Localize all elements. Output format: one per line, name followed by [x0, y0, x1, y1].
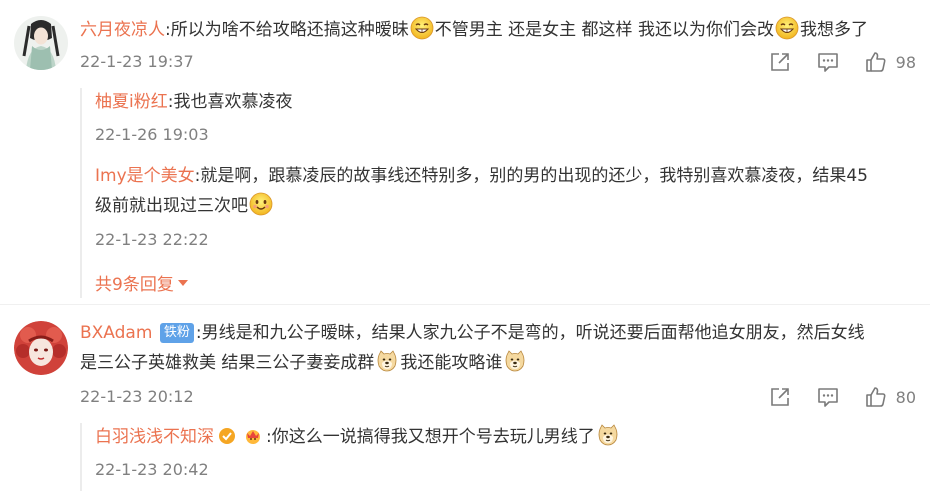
- emoji-grin-icon: [410, 16, 434, 40]
- comment-body: :所以为啥不给攻略还搞这种暧昧: [165, 20, 409, 40]
- like-button[interactable]: 98: [864, 50, 916, 74]
- comment-body: :男线是和九公子暧昧，结果人家九公子不是弯的，听说还要后面帮他追女朋友，然后女线: [195, 323, 865, 343]
- share-icon: [770, 388, 789, 406]
- reply-timestamp: 22-1-23 22:22: [95, 230, 209, 249]
- reply-text-cont: 级前就出现过三次吧: [95, 192, 274, 220]
- comment-text: BXAdam 铁粉:男线是和九公子暧昧，结果人家九公子不是弯的，听说还要后面帮他…: [80, 319, 865, 347]
- comment-body: 不管男主 还是女主 都这样 我还以为你们会改: [434, 20, 774, 40]
- avatar-image: [14, 16, 68, 70]
- reply-text: Imy是个美女:就是啊，跟慕凌辰的故事线还特别多，别的男的出现的还少，我特别喜欢…: [95, 162, 868, 190]
- reply-body: :就是啊，跟慕凌辰的故事线还特别多，别的男的出现的还少，我特别喜欢慕凌夜，结果4…: [194, 166, 868, 186]
- reply-username[interactable]: 白羽浅浅不知深: [95, 427, 214, 447]
- comment-username[interactable]: 六月夜凉人: [80, 20, 165, 40]
- chevron-down-icon: [177, 279, 188, 286]
- comment-item: BXAdam 铁粉:男线是和九公子暧昧，结果人家九公子不是弯的，听说还要后面帮他…: [0, 305, 930, 491]
- share-icon: [770, 53, 789, 71]
- comment-item: 六月夜凉人:所以为啥不给攻略还搞这种暧昧 不管男主 还是女主 都这样 我还以为你们…: [0, 0, 930, 300]
- comment-button[interactable]: [816, 50, 840, 74]
- reply-timestamp: 22-1-26 19:03: [95, 125, 209, 144]
- share-button[interactable]: [768, 50, 792, 74]
- reply-list: 柚夏i粉红:我也喜欢慕凌夜 22-1-26 19:03 Imy是个美女:就是啊，…: [80, 88, 910, 298]
- emoji-doge-icon: [596, 423, 620, 447]
- reply-body: :你这么一说搞得我又想开个号去玩儿男线了: [266, 427, 595, 447]
- comment-icon: [817, 388, 838, 407]
- like-button[interactable]: 80: [864, 385, 916, 409]
- comment-actions: 98: [744, 48, 916, 76]
- avatar[interactable]: [14, 321, 68, 375]
- comment-icon: [817, 53, 838, 72]
- reply-list: 白羽浅浅不知深 :你这么一说搞得我又想开个号去玩儿男线了 22-1-23 20:4…: [80, 423, 910, 491]
- share-button[interactable]: [768, 385, 792, 409]
- reply-body: :我也喜欢慕凌夜: [167, 92, 293, 112]
- comment-body: 是三公子英雄救美 结果三公子妻妾成群: [80, 353, 375, 373]
- comment-timestamp: 22-1-23 19:37: [80, 52, 194, 71]
- reply-username[interactable]: 柚夏i粉红: [95, 92, 168, 112]
- emoji-grin-icon: [775, 16, 799, 40]
- avatar-image: [14, 321, 68, 375]
- reply-body: 级前就出现过三次吧: [95, 196, 248, 216]
- emoji-smile-icon: [249, 192, 273, 216]
- comment-timestamp: 22-1-23 20:12: [80, 387, 194, 406]
- emoji-doge-icon: [375, 349, 399, 373]
- comment-body: 我想多了: [799, 20, 868, 40]
- comment-text: 六月夜凉人:所以为啥不给攻略还搞这种暧昧 不管男主 还是女主 都这样 我还以为你们…: [80, 16, 868, 44]
- comment-actions: 80: [744, 383, 916, 411]
- fan-badge: 铁粉: [159, 323, 194, 343]
- show-more-replies-label: 共9条回复: [95, 275, 174, 295]
- comment-body: 我还能攻略谁: [400, 353, 503, 373]
- comment-button[interactable]: [816, 385, 840, 409]
- crown-badge-icon: [246, 430, 260, 444]
- like-count: 98: [895, 52, 916, 72]
- reply-timestamp: 22-1-23 20:42: [95, 460, 209, 479]
- verified-badge-icon: [219, 428, 235, 444]
- thumbs-up-icon: [865, 387, 886, 407]
- comment-username[interactable]: BXAdam: [80, 323, 152, 343]
- emoji-doge-icon: [503, 349, 527, 373]
- reply-username[interactable]: Imy是个美女: [95, 166, 195, 186]
- reply-text: 白羽浅浅不知深 :你这么一说搞得我又想开个号去玩儿男线了: [95, 423, 621, 451]
- thumbs-up-icon: [865, 52, 886, 72]
- comment-text-cont: 是三公子英雄救美 结果三公子妻妾成群 我还能攻略谁: [80, 349, 528, 377]
- avatar[interactable]: [14, 16, 68, 70]
- like-count: 80: [895, 387, 916, 407]
- show-more-replies-button[interactable]: 共9条回复: [95, 270, 188, 295]
- reply-text: 柚夏i粉红:我也喜欢慕凌夜: [95, 88, 292, 116]
